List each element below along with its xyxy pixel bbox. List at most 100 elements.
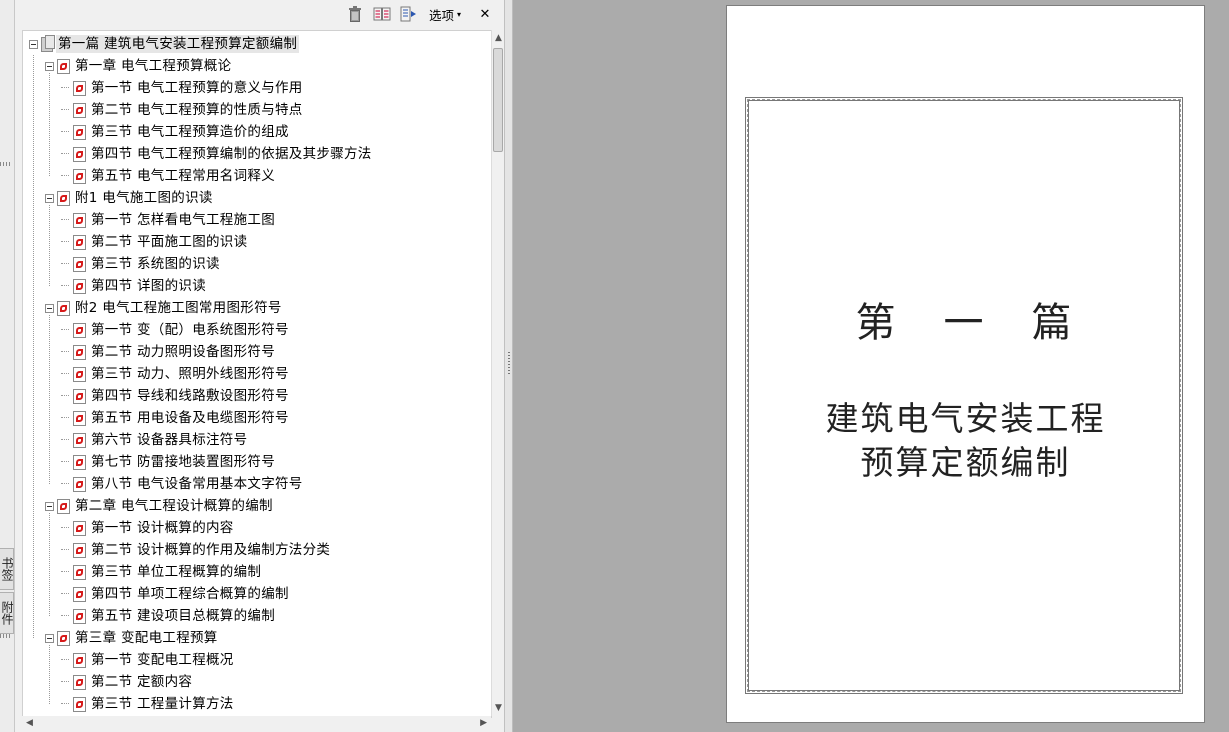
panel-splitter[interactable]: [504, 0, 513, 732]
collapse-toggle-icon[interactable]: [45, 61, 54, 71]
pdf-bookmark-icon: [73, 674, 86, 690]
bookmark-item[interactable]: 第二节 动力照明设备图形符号: [61, 341, 277, 363]
bookmark-item[interactable]: 第四节 导线和线路敷设图形符号: [61, 385, 291, 407]
collapse-toggle-icon[interactable]: [45, 303, 54, 313]
close-panel-button[interactable]: ✕: [477, 5, 493, 23]
delete-bookmark-button[interactable]: [346, 5, 364, 23]
bookmark-item[interactable]: 第二节 设计概算的作用及编制方法分类: [61, 539, 332, 561]
tree-connector: [61, 124, 73, 140]
document-page: 第 一 篇 建筑电气安装工程 预算定额编制: [726, 5, 1205, 723]
bookmark-label: 附2 电气工程施工图常用图形符号: [75, 300, 282, 316]
bookmark-item[interactable]: 第七节 防雷接地装置图形符号: [61, 451, 277, 473]
bookmark-item[interactable]: 第五节 电气工程常用名词释义: [61, 165, 277, 187]
bookmark-item[interactable]: 第三节 系统图的识读: [61, 253, 222, 275]
bookmark-item[interactable]: 第三节 动力、照明外线图形符号: [61, 363, 291, 385]
bookmark-item[interactable]: 第二章 电气工程设计概算的编制: [45, 495, 275, 517]
tab-bookmarks[interactable]: 书签: [0, 548, 14, 590]
bookmark-item[interactable]: 第一节 变（配）电系统图形符号: [61, 319, 291, 341]
options-menu-button[interactable]: 选项 ▾: [425, 5, 465, 23]
bookmark-label: 第五节 用电设备及电缆图形符号: [91, 410, 289, 426]
tree-guide-line: [49, 73, 50, 176]
bookmark-horizontal-scrollbar[interactable]: ◀ ▶: [22, 716, 491, 730]
expand-bookmark-button[interactable]: [399, 5, 419, 23]
close-icon: ✕: [479, 6, 491, 22]
scroll-left-arrow-icon[interactable]: ◀: [26, 718, 33, 728]
collapse-toggle-icon[interactable]: [45, 193, 54, 203]
bookmark-item[interactable]: 第五节 建设项目总概算的编制: [61, 605, 277, 627]
collapse-toggle-icon[interactable]: [45, 501, 54, 511]
tree-connector: [61, 80, 73, 96]
bookmark-item[interactable]: 第二节 电气工程预算的性质与特点: [61, 99, 305, 121]
tree-connector: [61, 564, 73, 580]
bookmark-item[interactable]: 第一节 怎样看电气工程施工图: [61, 209, 277, 231]
scroll-up-arrow-icon[interactable]: ▲: [495, 33, 502, 43]
collapse-toggle-icon[interactable]: [45, 633, 54, 643]
bookmark-item[interactable]: 第四节 电气工程预算编制的依据及其步骤方法: [61, 143, 374, 165]
bookmark-item[interactable]: 第四节 详图的识读: [61, 275, 208, 297]
bookmark-label: 第三章 变配电工程预算: [75, 630, 218, 646]
bookmark-label: 第二节 电气工程预算的性质与特点: [91, 102, 303, 118]
tree-connector: [61, 256, 73, 272]
bookmark-label: 第二节 设计概算的作用及编制方法分类: [91, 542, 331, 558]
bookmark-label: 第一节 怎样看电气工程施工图: [91, 212, 275, 228]
bookmark-item[interactable]: 第二节 定额内容: [61, 671, 194, 693]
bookmark-label: 第一节 变（配）电系统图形符号: [91, 322, 289, 338]
bookmark-item[interactable]: 第四节 单项工程综合概算的编制: [61, 583, 291, 605]
bookmark-label: 第七节 防雷接地装置图形符号: [91, 454, 275, 470]
bookmark-item[interactable]: 第一节 电气工程预算的意义与作用: [61, 77, 305, 99]
bookmark-label: 第三节 单位工程概算的编制: [91, 564, 262, 580]
bookmark-item[interactable]: 第一节 变配电工程概况: [61, 649, 236, 671]
vertical-scroll-thumb[interactable]: [493, 48, 503, 152]
bookmark-item[interactable]: 附1 电气施工图的识读: [45, 187, 215, 209]
bookmark-item[interactable]: 第五节 用电设备及电缆图形符号: [61, 407, 291, 429]
scroll-down-arrow-icon[interactable]: ▼: [495, 703, 502, 713]
pdf-bookmark-icon: [73, 366, 86, 382]
open-book-icon: [373, 7, 391, 21]
pdf-bookmark-icon: [73, 212, 86, 228]
bookmark-list-icon: [400, 6, 416, 22]
bookmark-item[interactable]: 附2 电气工程施工图常用图形符号: [45, 297, 284, 319]
tree-guide-line: [49, 315, 50, 484]
bookmark-label: 第一节 设计概算的内容: [91, 520, 234, 536]
pdf-bookmark-icon: [73, 322, 86, 338]
tree-connector: [61, 696, 73, 712]
pdf-bookmark-icon: [57, 190, 70, 206]
tree-connector: [61, 212, 73, 228]
bookmarks-toolbar: 选项 ▾ ✕: [15, 0, 504, 28]
pdf-bookmark-icon: [73, 564, 86, 580]
bookmarks-panel: 选项 ▾ ✕ 第一篇 建筑电气安装工程预算定额编制第一章 电气工程预算概论第一节…: [15, 0, 505, 732]
tree-connector: [61, 520, 73, 536]
bookmark-label: 第一章 电气工程预算概论: [75, 58, 232, 74]
new-bookmark-button[interactable]: [372, 5, 392, 23]
bookmark-item[interactable]: 第一节 设计概算的内容: [61, 517, 236, 539]
bookmark-label: 第二章 电气工程设计概算的编制: [75, 498, 273, 514]
tab-attachments[interactable]: 附件: [0, 592, 14, 634]
page-heading: 第 一 篇: [855, 300, 1076, 346]
scroll-right-arrow-icon[interactable]: ▶: [480, 718, 487, 728]
bookmark-item[interactable]: 第三节 单位工程概算的编制: [61, 561, 263, 583]
bookmark-label: 第三节 系统图的识读: [91, 256, 220, 272]
options-label: 选项: [428, 7, 454, 23]
bookmark-label: 第四节 单项工程综合概算的编制: [91, 586, 289, 602]
pdf-bookmark-icon: [73, 410, 86, 426]
bookmark-item[interactable]: 第三章 变配电工程预算: [45, 627, 220, 649]
bookmark-item[interactable]: 第八节 电气设备常用基本文字符号: [61, 473, 305, 495]
tabstrip-grip-bottom: [0, 634, 12, 638]
tree-connector: [61, 586, 73, 602]
tree-guide-line: [49, 205, 50, 286]
pdf-bookmark-icon: [73, 256, 86, 272]
bookmark-item[interactable]: 第一章 电气工程预算概论: [45, 55, 233, 77]
pdf-bookmark-icon: [57, 630, 70, 646]
pdf-bookmark-icon: [73, 388, 86, 404]
bookmark-item[interactable]: 第三节 电气工程预算造价的组成: [61, 121, 291, 143]
tree-connector: [61, 454, 73, 470]
collapse-toggle-icon[interactable]: [29, 39, 38, 49]
tree-connector: [61, 476, 73, 492]
pdf-bookmark-icon: [57, 498, 70, 514]
bookmark-vertical-scrollbar[interactable]: ▲ ▼: [491, 30, 505, 716]
bookmark-item[interactable]: 第二节 平面施工图的识读: [61, 231, 249, 253]
bookmark-item[interactable]: 第三节 工程量计算方法: [61, 693, 236, 715]
tree-connector: [61, 102, 73, 118]
bookmark-item[interactable]: 第六节 设备器具标注符号: [61, 429, 249, 451]
bookmark-item[interactable]: 第一篇 建筑电气安装工程预算定额编制: [29, 33, 300, 55]
